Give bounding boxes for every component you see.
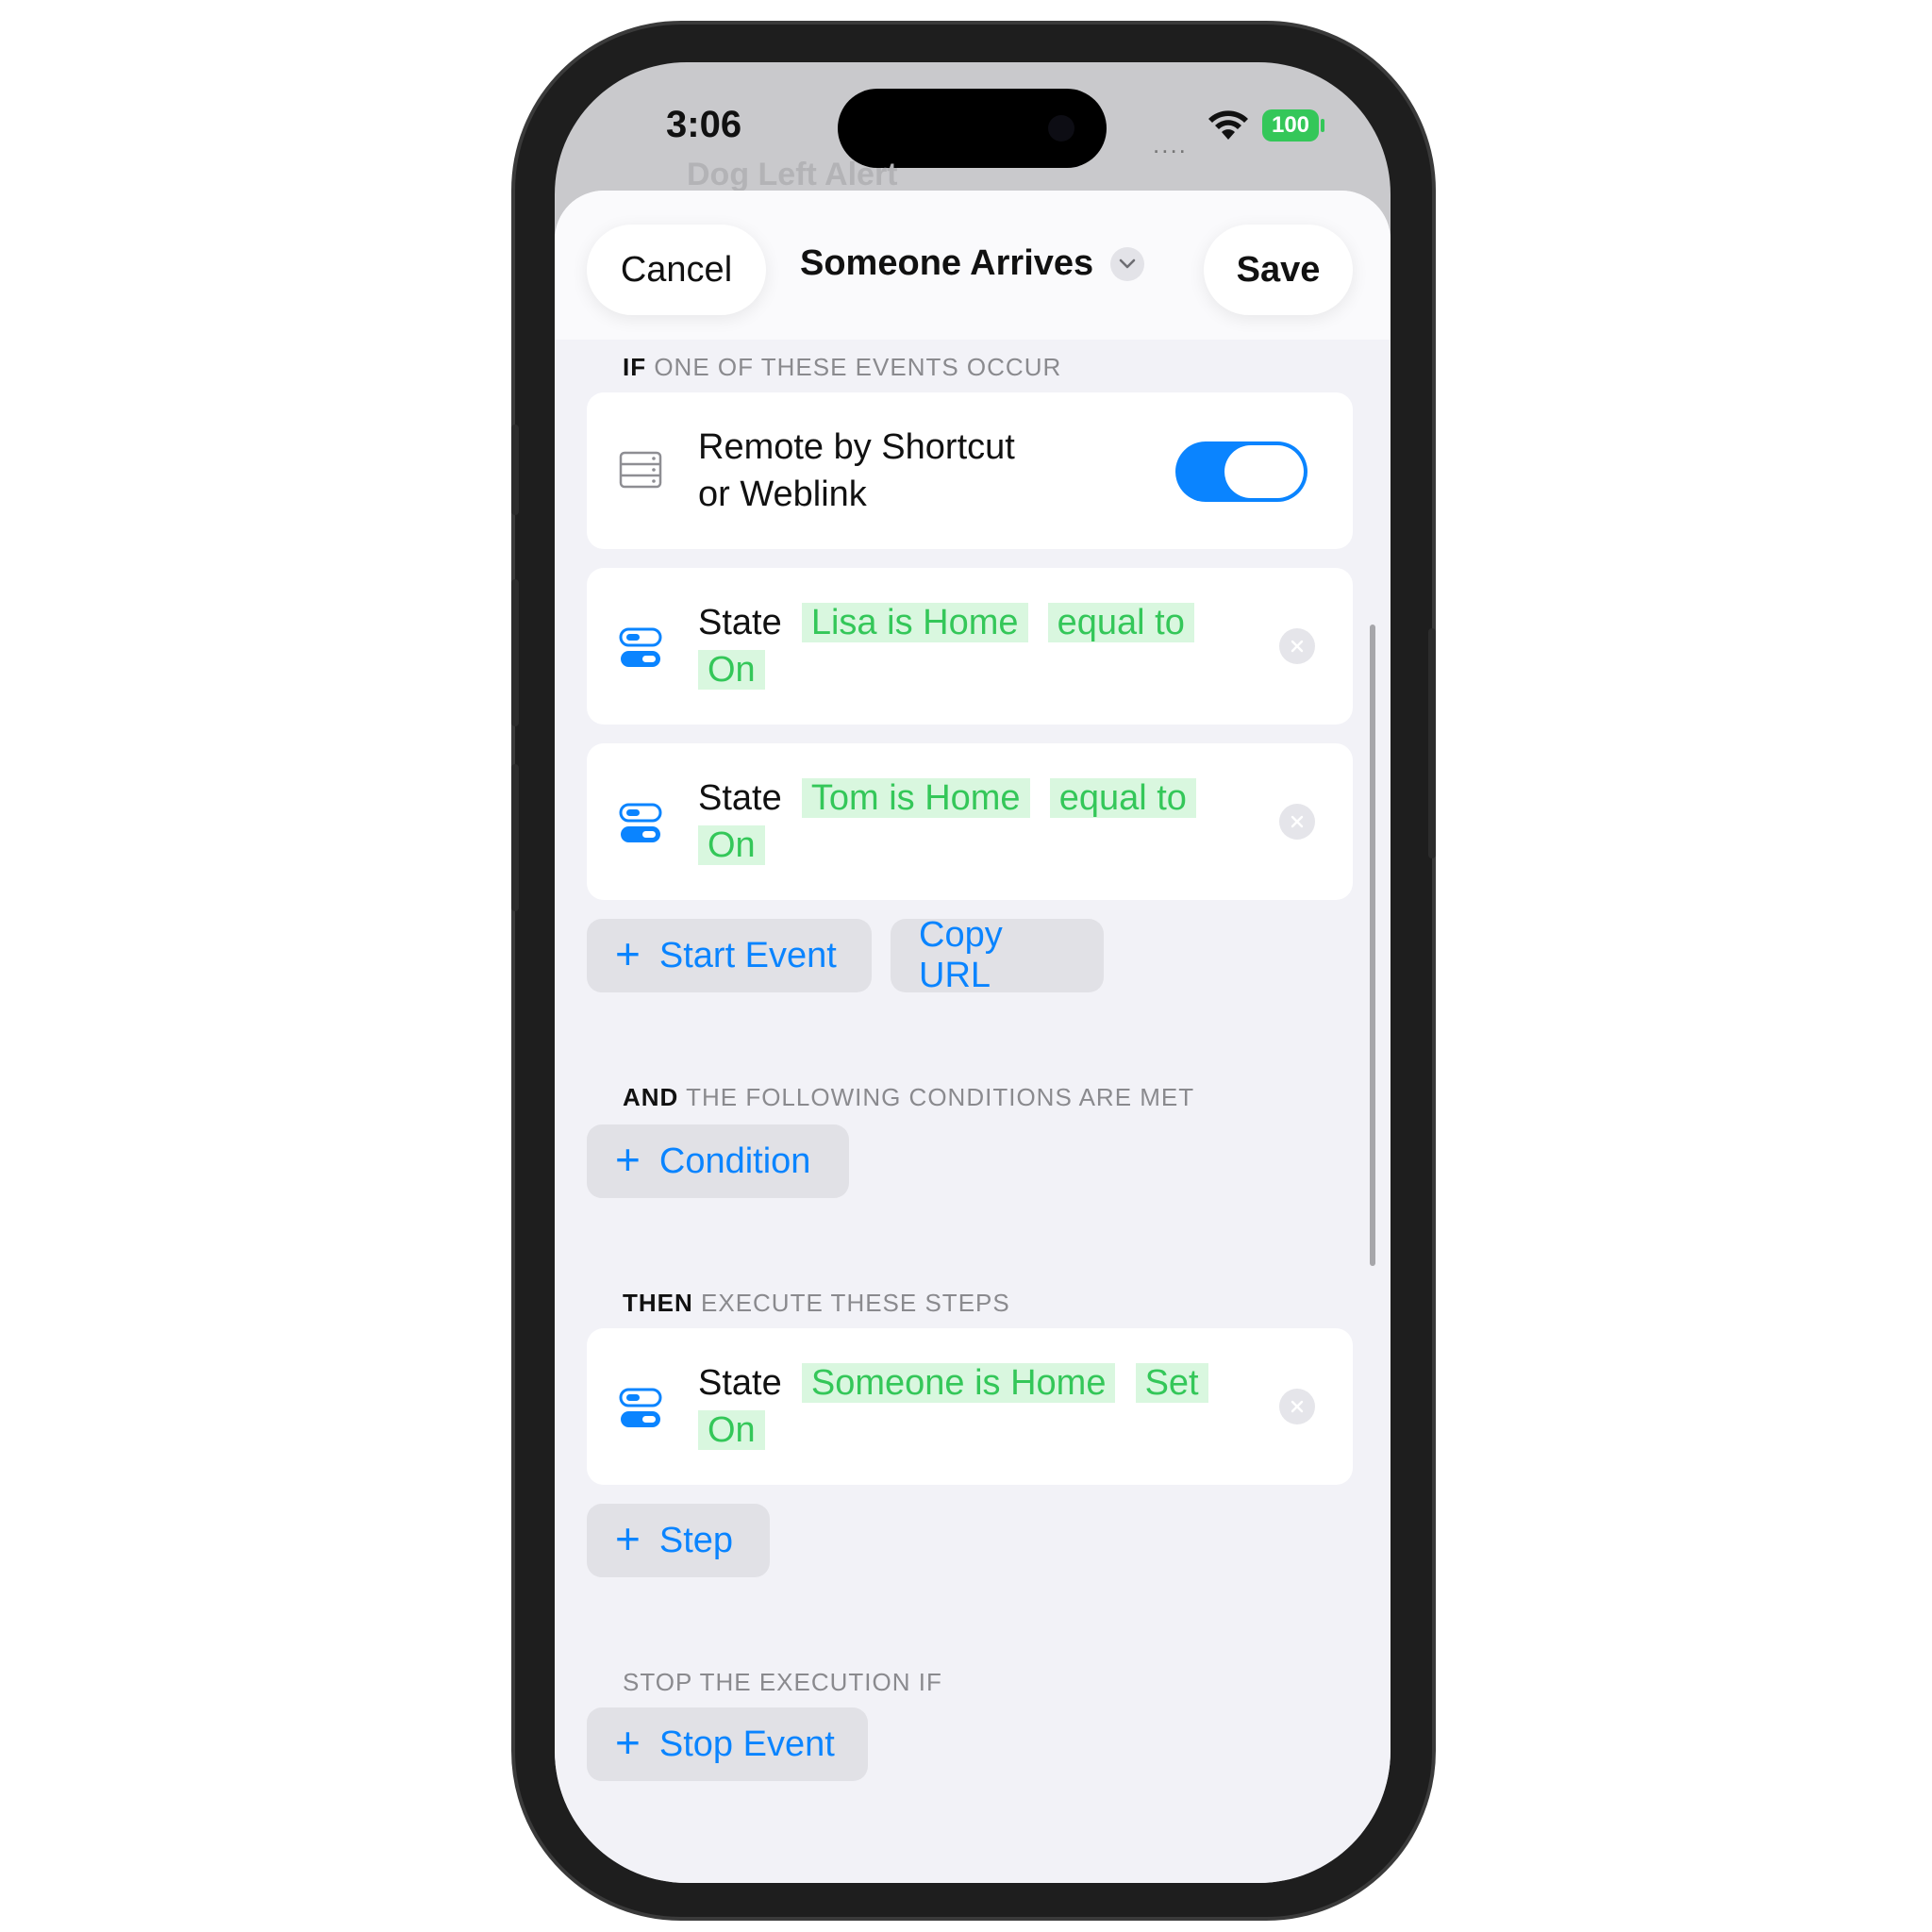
edit-sheet: Cancel Someone Arrives Save IF ONE OF TH… (555, 191, 1391, 1883)
add-start-event-button[interactable]: + Start Event (587, 919, 872, 992)
battery-cap (1321, 119, 1324, 132)
section-if-keyword: IF (623, 353, 647, 381)
remove-event-1-button[interactable] (1279, 628, 1315, 664)
event-1-operator[interactable]: equal to (1047, 603, 1194, 642)
step-1-value[interactable]: On (698, 1410, 765, 1450)
event-2-operator[interactable]: equal to (1049, 778, 1196, 818)
event-2-value[interactable]: On (698, 825, 765, 865)
battery-icon: 100 (1262, 109, 1319, 142)
step-1-kind: State (698, 1363, 782, 1403)
add-condition-button[interactable]: + Condition (587, 1124, 849, 1198)
remove-event-2-button[interactable] (1279, 804, 1315, 840)
add-condition-label: Condition (658, 1141, 811, 1181)
event-card-2[interactable]: State Tom is Home equal to On (587, 743, 1353, 900)
close-icon (1291, 640, 1304, 653)
cellular-signal-icon: .... (1153, 130, 1188, 158)
save-button[interactable]: Save (1204, 225, 1353, 315)
camera-icon (1048, 115, 1074, 142)
remove-step-1-button[interactable] (1279, 1389, 1315, 1424)
action-button (511, 425, 519, 515)
sheet-header: Cancel Someone Arrives Save (555, 191, 1391, 340)
event-1-target[interactable]: Lisa is Home (801, 603, 1028, 642)
step-card-1[interactable]: State Someone is Home Set On (587, 1328, 1353, 1485)
add-start-event-label: Start Event (658, 935, 837, 975)
step-1-target[interactable]: Someone is Home (801, 1363, 1116, 1403)
section-then-text: EXECUTE THESE STEPS (692, 1289, 1010, 1317)
volume-down-button (511, 764, 519, 911)
state-toggle-icon (619, 1388, 662, 1427)
section-then-keyword: THEN (623, 1289, 693, 1317)
event-1-kind: State (698, 603, 782, 642)
event-remote-line2: or Weblink (698, 475, 867, 514)
section-and-text: THE FOLLOWING CONDITIONS ARE MET (678, 1083, 1195, 1111)
state-toggle-icon (619, 803, 662, 842)
step-1-text: State Someone is Home Set On (698, 1359, 1226, 1454)
add-step-button[interactable]: + Step (587, 1504, 770, 1577)
power-button (1428, 628, 1436, 858)
page-title: Someone Arrives (800, 243, 1094, 283)
section-and-keyword: AND (623, 1083, 679, 1111)
plus-icon: + (615, 1718, 641, 1767)
plus-icon: + (615, 929, 641, 978)
state-toggle-icon (619, 627, 662, 667)
section-if-header: IF ONE OF THESE EVENTS OCCUR (623, 353, 1061, 382)
event-2-target[interactable]: Tom is Home (801, 778, 1030, 818)
volume-up-button (511, 579, 519, 726)
title-menu[interactable]: Someone Arrives (800, 243, 1145, 284)
event-2-text: State Tom is Home equal to On (698, 774, 1226, 869)
plus-icon: + (615, 1135, 641, 1184)
add-step-label: Step (658, 1520, 734, 1560)
battery-level: 100 (1271, 112, 1310, 138)
event-remote-label: Remote by Shortcut or Weblink (698, 424, 1015, 518)
close-icon (1291, 815, 1304, 828)
section-if-text: ONE OF THESE EVENTS OCCUR (646, 353, 1062, 381)
chevron-down-icon (1110, 246, 1145, 281)
screen: 3:06 .... 100 Dog Left Alert Cancel Some… (555, 62, 1391, 1883)
add-stop-event-label: Stop Event (658, 1724, 835, 1764)
event-remote-card[interactable]: Remote by Shortcut or Weblink (587, 392, 1353, 549)
copy-url-button[interactable]: Copy URL (891, 915, 1104, 995)
toggle-knob (1224, 445, 1304, 498)
event-2-kind: State (698, 778, 782, 818)
section-then-header: THEN EXECUTE THESE STEPS (623, 1289, 1010, 1318)
event-1-value[interactable]: On (698, 650, 765, 690)
cancel-button[interactable]: Cancel (587, 225, 766, 315)
copy-url-label: Copy URL (919, 915, 1003, 995)
server-icon (619, 451, 662, 489)
step-1-operator[interactable]: Set (1135, 1363, 1208, 1403)
status-time: 3:06 (666, 104, 742, 145)
section-and-header: AND THE FOLLOWING CONDITIONS ARE MET (623, 1083, 1194, 1112)
remote-toggle[interactable] (1175, 441, 1307, 502)
plus-icon: + (615, 1514, 641, 1563)
section-stop-header: STOP THE EXECUTION IF (623, 1668, 942, 1696)
scrollbar[interactable] (1370, 625, 1375, 1266)
event-card-1[interactable]: State Lisa is Home equal to On (587, 568, 1353, 724)
event-1-text: State Lisa is Home equal to On (698, 599, 1226, 693)
close-icon (1291, 1400, 1304, 1413)
wifi-icon (1208, 110, 1248, 140)
add-stop-event-button[interactable]: + Stop Event (587, 1707, 868, 1781)
background-title: Dog Left Alert (687, 157, 898, 192)
event-remote-line1: Remote by Shortcut (698, 427, 1015, 467)
